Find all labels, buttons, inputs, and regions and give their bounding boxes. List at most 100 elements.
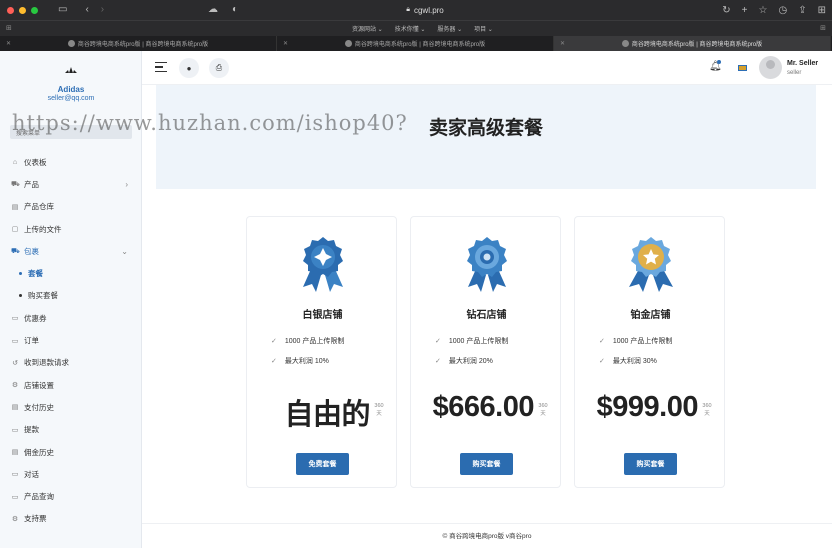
shop-name: Adidas [57, 85, 85, 94]
refund-icon: ↺ [12, 359, 18, 367]
bookmark-folder[interactable]: 技术你懂 ⌄ [395, 24, 426, 33]
sidebar-subitem-plans[interactable]: 套餐 [0, 262, 142, 284]
package-price: 自由的 [284, 399, 370, 431]
bookmark-folder[interactable]: 服务器 ⌄ [437, 24, 462, 33]
sidebar-item-commission[interactable]: ▤ 佣金历史 [0, 441, 142, 463]
sidebar-item-orders[interactable]: ▭ 订单 [0, 329, 142, 351]
page-banner: 卖家高级套餐 [156, 85, 816, 189]
chat-icon: ▭ [11, 471, 19, 479]
package-name: 铂金店铺 [630, 310, 671, 321]
shield-icon[interactable]: ◐ [232, 0, 238, 20]
sidebar-item-support[interactable]: ⚙ 支持票 [0, 508, 142, 530]
bookmark-folder[interactable]: 项目 ⌄ [474, 24, 493, 33]
cloud-icon: ☁ [208, 4, 218, 15]
free-plan-button[interactable]: 免费套餐 [296, 453, 349, 475]
browser-tab[interactable]: ✕ 商谷跨境电商系统pro版 | 商谷跨境电商系统pro版 [0, 36, 277, 51]
sidebar-item-conversations[interactable]: ▭ 对话 [0, 463, 142, 485]
settings-icon: ⚙ [11, 382, 19, 390]
tab-title: 商谷跨境电商系统pro版 | 商谷跨境电商系统pro版 [631, 42, 763, 48]
package-card: 铂金店铺 ✓ 1000 产品上传限制 ✓ 最大利润 30% $999.00 360 … [574, 216, 725, 488]
sidebar-item-shop-settings[interactable]: ⚙ 店铺设置 [0, 374, 142, 396]
bookmark-folder[interactable]: 资源网站 ⌄ [352, 24, 383, 33]
close-tab-icon[interactable]: ✕ [6, 40, 11, 47]
reload-icon[interactable]: ↻ [722, 5, 730, 16]
address-bar[interactable]: 🔒︎ cgwl.pro [370, 3, 480, 17]
url-text: cgwl.pro [413, 5, 444, 15]
check-icon: ✓ [271, 358, 277, 365]
order-icon: ▭ [11, 337, 19, 345]
shop-email: seller@qq.com [47, 95, 95, 102]
sidebar-item-coupons[interactable]: ▭ 优惠券 [0, 307, 142, 329]
withdraw-icon: ▭ [11, 426, 19, 434]
sidebar-item-refunds[interactable]: ↺ 收到退款请求 [0, 352, 142, 374]
diamond-badge-icon [461, 235, 513, 293]
sidebar-toggle-icon[interactable]: ▭ [58, 0, 67, 20]
apps-icon[interactable]: ⊞ [6, 24, 12, 32]
reading-list-icon[interactable]: ⊞ [820, 24, 826, 32]
sidebar-item-payment-history[interactable]: ▤ 支付历史 [0, 396, 142, 418]
new-tab-icon[interactable]: + [742, 5, 748, 16]
feature-item: ✓ 最大利润 30% [599, 358, 657, 365]
feature-item: ✓ 最大利润 20% [435, 358, 493, 365]
folder-icon: ▢ [11, 226, 19, 234]
back-icon[interactable]: ‹ [85, 0, 88, 20]
sidebar-item-warehouse[interactable]: ▤ 产品仓库 [0, 196, 142, 218]
favicon-icon [344, 40, 352, 47]
favicon-icon [621, 40, 629, 47]
user-role: seller [787, 70, 802, 76]
sidebar-item-dashboard[interactable]: ⌂ 仪表板 [0, 151, 142, 173]
browser-tab[interactable]: ✕ 商谷跨境电商系统pro版 | 商谷跨境电商系统pro版 [277, 36, 554, 51]
footer: © 商谷跨境电商pro版 v商谷pro [142, 523, 832, 548]
check-icon: ✓ [271, 338, 277, 345]
adidas-logo-icon[interactable] [64, 64, 78, 77]
package-card: 钻石店铺 ✓ 1000 产品上传限制 ✓ 最大利润 20% $666.00 360 … [410, 216, 561, 488]
buy-plan-button[interactable]: 购买套餐 [624, 453, 677, 475]
avatar[interactable] [759, 56, 782, 79]
top-header: ● ⎙ 🔔︎ Mr. Seller seller [142, 51, 832, 85]
sidebar-subitem-buy-plan[interactable]: 购买套餐 [0, 285, 142, 307]
platinum-badge-icon [625, 235, 677, 293]
bookmarks-bar: ⊞ 资源网站 ⌄ 技术你懂 ⌄ 服务器 ⌄ 项目 ⌄ ⊞ [0, 20, 832, 36]
share-icon[interactable]: ⇪ [798, 5, 806, 16]
feature-item: ✓ 最大利润 10% [271, 358, 329, 365]
sidebar-item-products[interactable]: ⛟ 产品 › [0, 173, 142, 195]
globe-icon[interactable]: ● [179, 58, 199, 78]
window-controls [7, 6, 38, 14]
sidebar-item-uploads[interactable]: ▢ 上传的文件 [0, 218, 142, 240]
tabs-overview-icon[interactable]: ⊞ [818, 5, 826, 16]
close-tab-icon[interactable]: ✕ [283, 40, 288, 47]
cart-icon: ⛟ [11, 180, 20, 188]
package-name: 白银店铺 [302, 310, 343, 321]
browser-toolbar: ▭ ‹ › ☁ ◐ 🔒︎ cgwl.pro ↻ + ☆ ◷ ⇪ ⊞ [0, 0, 832, 20]
language-flag-icon[interactable] [738, 65, 747, 71]
printer-icon[interactable]: ⎙ [209, 58, 229, 78]
forward-icon[interactable]: › [101, 0, 104, 20]
maximize-window-button[interactable] [31, 6, 38, 14]
check-icon: ✓ [599, 358, 605, 365]
feature-item: ✓ 1000 产品上传限制 [435, 338, 509, 345]
main-content: 卖家高级套餐 https://www.huzhan.com/ishop40? 白… [12, 85, 832, 548]
coupon-icon: ▭ [11, 315, 19, 323]
history-icon[interactable]: ◷ [778, 5, 787, 16]
sidebar-item-packages[interactable]: ⛟ 包裹 ⌄ [0, 240, 142, 262]
minimize-window-button[interactable] [19, 6, 26, 14]
watermark-text: https://www.huzhan.com/ishop40? [12, 111, 408, 135]
star-icon[interactable]: ☆ [759, 5, 768, 16]
browser-tab-active[interactable]: ✕ 商谷跨境电商系统pro版 | 商谷跨境电商系统pro版 [554, 36, 831, 51]
support-icon: ⚙ [11, 515, 19, 523]
sidebar-item-withdraw[interactable]: ▭ 提款 [0, 419, 142, 441]
menu-toggle-icon[interactable] [155, 62, 167, 73]
buy-plan-button[interactable]: 购买套餐 [460, 453, 513, 475]
silver-badge-icon [297, 235, 349, 293]
feature-item: ✓ 1000 产品上传限制 [271, 338, 345, 345]
package-duration: 360 天 [374, 403, 384, 417]
bullet-icon [19, 294, 22, 298]
close-tab-icon[interactable]: ✕ [560, 40, 565, 47]
chevron-right-icon: › [125, 179, 128, 189]
feature-item: ✓ 1000 产品上传限制 [599, 338, 673, 345]
lock-icon: 🔒︎ [406, 6, 410, 13]
favicon-icon [67, 40, 75, 47]
sidebar-item-product-queries[interactable]: ▭ 产品查询 [0, 485, 142, 507]
package-icon: ⛟ [11, 247, 20, 255]
close-window-button[interactable] [7, 6, 14, 14]
